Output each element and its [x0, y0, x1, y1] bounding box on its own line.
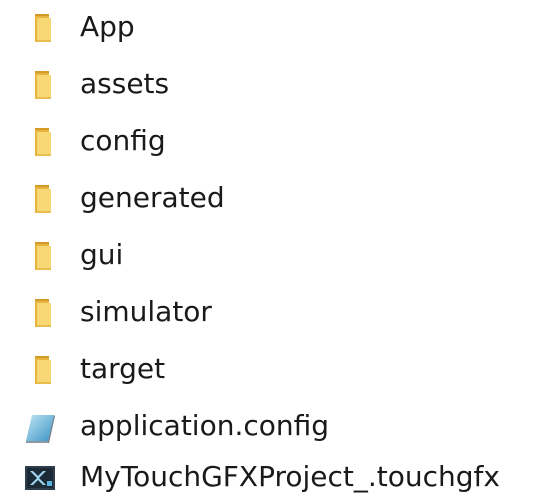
list-item-label: simulator	[80, 295, 212, 328]
list-item-label: MyTouchGFXProject_.touchgfx	[80, 460, 500, 493]
list-item-assets[interactable]: assets	[0, 57, 540, 114]
list-item-target[interactable]: target	[0, 342, 540, 399]
folder-icon	[26, 181, 62, 217]
folder-icon	[26, 295, 62, 331]
list-item-label: generated	[80, 181, 225, 214]
list-item-label: application.config	[80, 409, 330, 442]
list-item-touchgfx-project[interactable]: MyTouchGFXProject_.touchgfx	[0, 456, 540, 502]
config-file-icon	[22, 409, 58, 445]
list-item-label: target	[80, 352, 166, 385]
list-item-application-config[interactable]: application.config	[0, 399, 540, 456]
list-item-config[interactable]: config	[0, 114, 540, 171]
list-item-app[interactable]: App	[0, 0, 540, 57]
touchgfx-file-icon	[22, 460, 58, 496]
list-item-label: assets	[80, 67, 170, 100]
folder-icon	[26, 238, 62, 274]
folder-icon	[26, 67, 62, 103]
folder-icon	[26, 124, 62, 160]
list-item-label: App	[80, 10, 135, 43]
list-item-simulator[interactable]: simulator	[0, 285, 540, 342]
list-item-gui[interactable]: gui	[0, 228, 540, 285]
list-item-generated[interactable]: generated	[0, 171, 540, 228]
list-item-label: gui	[80, 238, 124, 271]
file-list: App assets config generated gui simulato…	[0, 0, 540, 502]
list-item-label: config	[80, 124, 166, 157]
folder-icon	[26, 10, 62, 46]
folder-icon	[26, 352, 62, 388]
